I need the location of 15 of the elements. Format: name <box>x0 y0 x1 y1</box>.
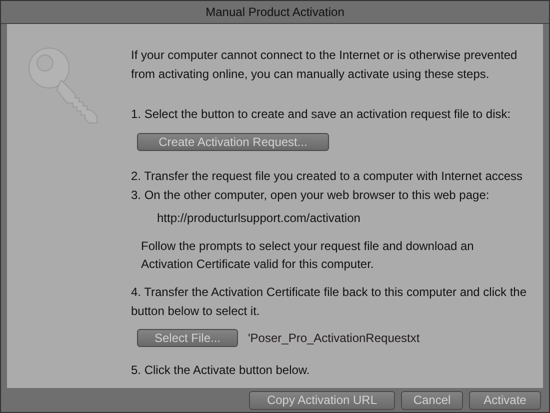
select-file-button[interactable]: Select File... <box>137 329 238 347</box>
cancel-button[interactable]: Cancel <box>401 390 463 410</box>
copy-url-button[interactable]: Copy Activation URL <box>249 390 395 410</box>
step-text: 4. Transfer the Activation Certificate file back to this computer and click the button below to select it. <box>131 284 528 320</box>
step-text: 3. On the other computer, open your web browser to this web page: <box>131 187 490 204</box>
file-name: 'Poser_Pro_ActivationRequestxt <box>248 331 420 345</box>
step-text: 1. Select the button to create and save an activation request file to disk: <box>131 106 512 123</box>
intro-text: If your computer cannot connect to the Internet or is otherwise prevented from activating online, you can manually activate using these steps. <box>131 47 518 83</box>
activate-button[interactable]: Activate <box>469 390 541 410</box>
step-text: 5. Click the Activate button below. <box>131 362 311 379</box>
create-request-button[interactable]: Create Activation Request... <box>137 133 329 151</box>
url-text: http://producturlsupport.com/activation <box>157 211 362 225</box>
instruction-text: Follow the prompts to select your request file and download an Activation Certificate valid for this computer. <box>141 238 475 273</box>
step-text: 2. Transfer the request file you created to a computer with Internet access <box>131 168 524 185</box>
window-title: Manual Product Activation <box>206 5 344 19</box>
